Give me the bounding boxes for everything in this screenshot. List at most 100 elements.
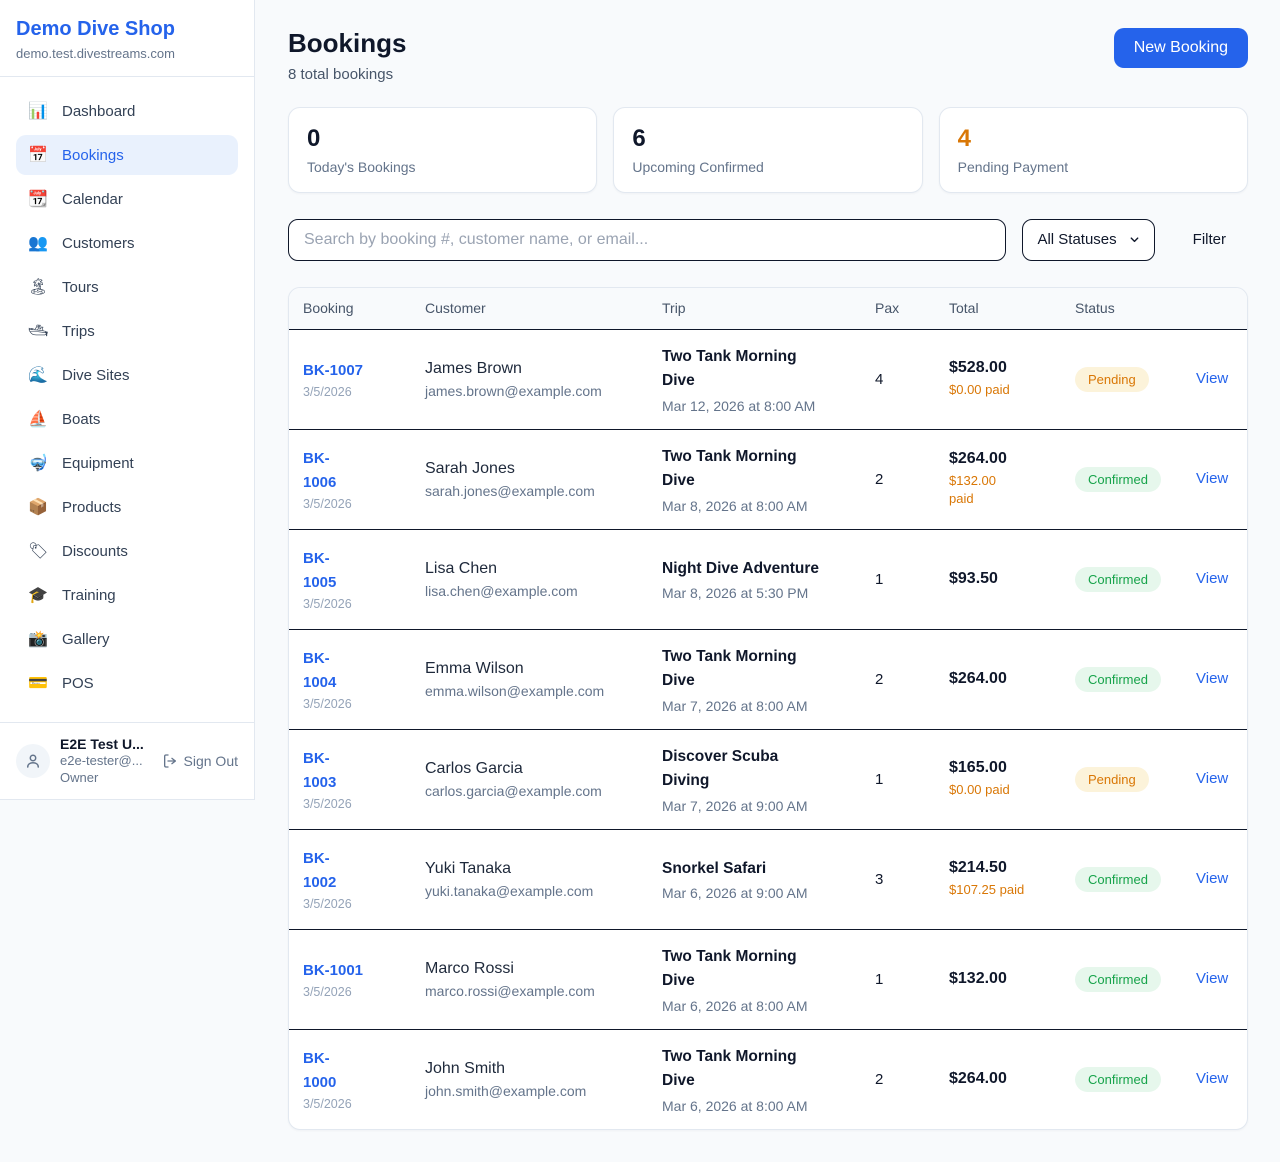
trip-datetime: Mar 12, 2026 at 8:00 AM [662,398,853,414]
sidebar-item-label: Dashboard [62,103,135,120]
customer-email: emma.wilson@example.com [425,683,640,699]
status-badge: Pending [1075,367,1149,392]
sidebar-item-boats[interactable]: ⛵ Boats [16,399,238,439]
customer-email: yuki.tanaka@example.com [425,883,640,899]
main-content: Bookings 8 total bookings New Booking 0 … [255,0,1280,1130]
table-header-row: Booking Customer Trip Pax Total Status [289,288,1247,329]
column-header-customer: Customer [411,300,648,316]
sidebar-item-tours[interactable]: 🏝 Tours [16,267,238,307]
booking-link[interactable]: BK-1001 [303,959,363,983]
person-icon [24,752,42,770]
status-filter-select[interactable]: All Statuses [1022,219,1154,261]
sidebar-item-equipment[interactable]: 🤿 Equipment [16,443,238,483]
column-header-pax: Pax [861,300,935,316]
chevron-down-icon [1129,234,1140,245]
paid-amount: $107.25 paid [949,881,1053,900]
sidebar-item-calendar[interactable]: 📆 Calendar [16,179,238,219]
customer-name: Emma Wilson [425,660,640,678]
bar-chart-icon: 📊 [28,101,48,121]
status-badge: Confirmed [1075,867,1161,892]
sidebar-item-gallery[interactable]: 📸 Gallery [16,619,238,659]
sidebar-nav: 📊 Dashboard 📅 Bookings 📆 Calendar 👥 Cust… [0,77,254,713]
total-amount: $93.50 [949,570,1053,588]
status-badge: Confirmed [1075,567,1161,592]
view-link[interactable]: View [1196,570,1228,587]
table-row: BK-1007 3/5/2026 James Brown james.brown… [289,329,1247,429]
page-subtitle: 8 total bookings [288,66,406,83]
view-link[interactable]: View [1196,970,1228,987]
table-row: BK- 1005 3/5/2026 Lisa Chen lisa.chen@ex… [289,529,1247,629]
booking-date: 3/5/2026 [303,597,403,611]
trip-name: Night Dive Adventure [662,557,853,581]
search-input[interactable] [288,219,1006,261]
booking-link[interactable]: BK- 1003 [303,747,336,795]
trip-datetime: Mar 8, 2026 at 5:30 PM [662,585,853,601]
total-amount: $165.00 [949,759,1053,777]
booking-link[interactable]: BK- 1002 [303,847,336,895]
view-link[interactable]: View [1196,1070,1228,1087]
trip-name: Two Tank Morning Dive [662,445,853,493]
sidebar-item-bookings[interactable]: 📅 Bookings [16,135,238,175]
sidebar-item-products[interactable]: 📦 Products [16,487,238,527]
page-title: Bookings [288,28,406,59]
table-row: BK- 1000 3/5/2026 John Smith john.smith@… [289,1029,1247,1129]
logout-icon [162,753,178,769]
customer-name: Marco Rossi [425,960,640,978]
booking-link[interactable]: BK- 1006 [303,447,336,495]
view-link[interactable]: View [1196,670,1228,687]
pax-count: 1 [861,971,935,988]
sidebar-item-pos[interactable]: 💳 POS [16,663,238,703]
trip-datetime: Mar 7, 2026 at 8:00 AM [662,698,853,714]
booking-date: 3/5/2026 [303,385,403,399]
sidebar-item-trips[interactable]: 🛥 Trips [16,311,238,351]
trip-datetime: Mar 8, 2026 at 8:00 AM [662,498,853,514]
customer-name: Carlos Garcia [425,760,640,778]
trip-name: Two Tank Morning Dive [662,945,853,993]
sidebar-item-training[interactable]: 🎓 Training [16,575,238,615]
sidebar-item-label: Dive Sites [62,367,130,384]
sidebar-item-discounts[interactable]: 🏷 Discounts [16,531,238,571]
table-row: BK- 1006 3/5/2026 Sarah Jones sarah.jone… [289,429,1247,529]
status-filter-value: All Statuses [1037,231,1116,248]
sidebar-header: Demo Dive Shop demo.test.divestreams.com [0,0,254,77]
view-link[interactable]: View [1196,470,1228,487]
customer-email: carlos.garcia@example.com [425,783,640,799]
view-link[interactable]: View [1196,770,1228,787]
booking-link[interactable]: BK- 1004 [303,647,336,695]
view-link[interactable]: View [1196,870,1228,887]
table-row: BK-1001 3/5/2026 Marco Rossi marco.rossi… [289,929,1247,1029]
sailboat-icon: ⛵ [28,409,48,429]
pax-count: 2 [861,671,935,688]
view-link[interactable]: View [1196,370,1228,387]
customer-name: Sarah Jones [425,460,640,478]
pax-count: 2 [861,471,935,488]
customer-email: marco.rossi@example.com [425,983,640,999]
sidebar-item-dive-sites[interactable]: 🌊 Dive Sites [16,355,238,395]
pax-count: 4 [861,371,935,388]
diving-mask-icon: 🤿 [28,453,48,473]
calendar-icon: 📅 [28,145,48,165]
sidebar-item-label: Tours [62,279,99,296]
new-booking-button[interactable]: New Booking [1114,28,1248,68]
trip-datetime: Mar 7, 2026 at 9:00 AM [662,798,853,814]
shop-domain: demo.test.divestreams.com [16,46,238,61]
column-header-status: Status [1061,300,1182,316]
booking-link[interactable]: BK- 1000 [303,1047,336,1095]
booking-date: 3/5/2026 [303,697,403,711]
graduation-cap-icon: 🎓 [28,585,48,605]
camera-icon: 📸 [28,629,48,649]
sidebar-item-customers[interactable]: 👥 Customers [16,223,238,263]
booking-link[interactable]: BK-1007 [303,359,363,383]
booking-link[interactable]: BK- 1005 [303,547,336,595]
pax-count: 1 [861,771,935,788]
sidebar-item-label: Equipment [62,455,134,472]
tear-off-calendar-icon: 📆 [28,189,48,209]
filter-button[interactable]: Filter [1187,230,1232,249]
total-amount: $264.00 [949,450,1053,468]
trip-datetime: Mar 6, 2026 at 9:00 AM [662,885,853,901]
sidebar-item-label: Products [62,499,121,516]
total-amount: $528.00 [949,359,1053,377]
sidebar-item-dashboard[interactable]: 📊 Dashboard [16,91,238,131]
sign-out-button[interactable]: Sign Out [162,753,238,769]
stat-label: Today's Bookings [307,159,578,175]
